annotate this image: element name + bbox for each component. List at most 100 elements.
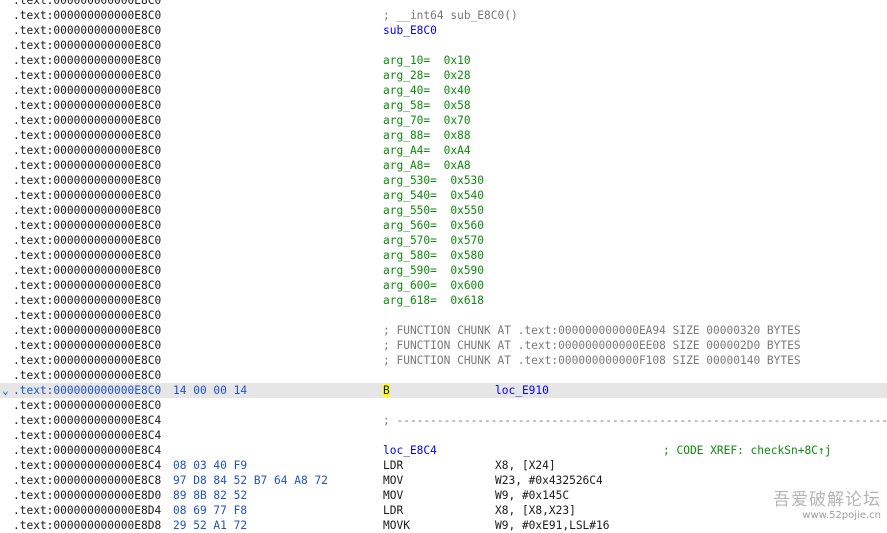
operand[interactable]: X8, [X8,X23] xyxy=(495,503,576,518)
line-address[interactable]: .text:000000000000E8C4 xyxy=(13,443,161,458)
operand[interactable]: W9, #0xE91,LSL#16 xyxy=(495,518,610,533)
stack-var: arg_40= 0x40 xyxy=(383,84,471,97)
line-address[interactable]: .text:000000000000E8C0 xyxy=(13,293,161,308)
listing-line[interactable]: .text:000000000000E8C8 97 D8 84 52 B7 64 … xyxy=(0,473,887,488)
mnemonic[interactable]: LDR xyxy=(383,504,403,517)
listing-line[interactable]: .text:000000000000E8C0 ; __int64 sub_E8C0… xyxy=(0,8,887,23)
comment-text: ; FUNCTION CHUNK AT .text:000000000000EA… xyxy=(383,324,801,337)
opcode-bytes: 97 D8 84 52 B7 64 A8 72 xyxy=(173,474,328,487)
line-address[interactable]: .text:000000000000E8C0 xyxy=(13,8,161,23)
listing-line[interactable]: .text:000000000000E8C0 arg_88= 0x88 xyxy=(0,128,887,143)
listing-line[interactable]: .text:000000000000E8C0 xyxy=(0,398,887,413)
listing-line[interactable]: .text:000000000000E8C0 arg_560= 0x560 xyxy=(0,218,887,233)
listing-line[interactable]: .text:000000000000E8C0 ; FUNCTION CHUNK A… xyxy=(0,323,887,338)
line-address[interactable]: .text:000000000000E8C0 xyxy=(13,233,161,248)
line-address[interactable]: .text:000000000000E8C0 xyxy=(13,0,161,8)
line-address[interactable]: .text:000000000000E8C8 xyxy=(13,473,161,488)
stack-var: arg_A8= 0xA8 xyxy=(383,159,471,172)
listing-line[interactable]: .text:000000000000E8C0 arg_618= 0x618 xyxy=(0,293,887,308)
line-address[interactable]: .text:000000000000E8C0 xyxy=(13,383,161,398)
line-address[interactable]: .text:000000000000E8C0 xyxy=(13,203,161,218)
line-address[interactable]: .text:000000000000E8C0 xyxy=(13,368,161,383)
line-address[interactable]: .text:000000000000E8C0 xyxy=(13,38,161,53)
listing-line[interactable]: .text:000000000000E8C0 xyxy=(0,308,887,323)
listing-line[interactable]: .text:000000000000E8C0 arg_540= 0x540 xyxy=(0,188,887,203)
line-address[interactable]: .text:000000000000E8C0 xyxy=(13,248,161,263)
listing-line[interactable]: .text:000000000000E8C4 ; ----------------… xyxy=(0,413,887,428)
current-line[interactable]: ⌄ .text:000000000000E8C0 14 00 00 14 Bloc_E… xyxy=(0,383,887,398)
operand[interactable]: W23, #0x432526C4 xyxy=(495,473,603,488)
listing-line[interactable]: .text:000000000000E8C0 arg_600= 0x600 xyxy=(0,278,887,293)
line-address[interactable]: .text:000000000000E8C0 xyxy=(13,398,161,413)
listing-line[interactable]: .text:000000000000E8D0 89 8B 82 52 MOV W9, … xyxy=(0,488,887,503)
operand[interactable]: W9, #0x145C xyxy=(495,488,569,503)
line-address[interactable]: .text:000000000000E8C0 xyxy=(13,83,161,98)
operand[interactable]: X8, [X24] xyxy=(495,458,556,473)
opcode-bytes: 08 03 40 F9 xyxy=(173,459,248,472)
line-address[interactable]: .text:000000000000E8C0 xyxy=(13,23,161,38)
mnemonic[interactable]: MOV xyxy=(383,474,403,487)
listing-line[interactable]: .text:000000000000E8C0 arg_570= 0x570 xyxy=(0,233,887,248)
line-address[interactable]: .text:000000000000E8C0 xyxy=(13,158,161,173)
line-address[interactable]: .text:000000000000E8C0 xyxy=(13,263,161,278)
stack-var: arg_70= 0x70 xyxy=(383,114,471,127)
mnemonic[interactable]: LDR xyxy=(383,459,403,472)
listing-line[interactable]: .text:000000000000E8C0 arg_590= 0x590 xyxy=(0,263,887,278)
line-address[interactable]: .text:000000000000E8C0 xyxy=(13,218,161,233)
line-address[interactable]: .text:000000000000E8C0 xyxy=(13,338,161,353)
mnemonic[interactable]: MOVK xyxy=(383,519,410,532)
listing-line[interactable]: .text:000000000000E8C0 arg_A4= 0xA4 xyxy=(0,143,887,158)
mnemonic[interactable]: MOV xyxy=(383,489,403,502)
line-address[interactable]: .text:000000000000E8C0 xyxy=(13,308,161,323)
listing-line[interactable]: .text:000000000000E8C0 arg_A8= 0xA8 xyxy=(0,158,887,173)
listing-line[interactable]: .text:000000000000E8C0 arg_580= 0x580 xyxy=(0,248,887,263)
code-label[interactable]: sub_E8C0 xyxy=(383,23,437,38)
line-address[interactable]: .text:000000000000E8C0 xyxy=(13,278,161,293)
listing-line[interactable]: .text:000000000000E8C0 arg_10= 0x10 xyxy=(0,53,887,68)
listing-line[interactable]: .text:000000000000E8D4 08 69 77 F8 LDR X8, … xyxy=(0,503,887,518)
line-address[interactable]: .text:000000000000E8C0 xyxy=(13,98,161,113)
line-address[interactable]: .text:000000000000E8C0 xyxy=(13,128,161,143)
line-address[interactable]: .text:000000000000E8C0 xyxy=(13,53,161,68)
line-address[interactable]: .text:000000000000E8C0 xyxy=(13,113,161,128)
listing-line[interactable]: .text:000000000000E8C0 arg_530= 0x530 xyxy=(0,173,887,188)
line-address[interactable]: .text:000000000000E8C0 xyxy=(13,143,161,158)
listing-line[interactable]: .text:000000000000E8C0 xyxy=(0,0,887,8)
opcode-bytes: 89 8B 82 52 xyxy=(173,489,248,502)
stack-var: arg_540= 0x540 xyxy=(383,189,485,202)
listing-line[interactable]: .text:000000000000E8C0 xyxy=(0,38,887,53)
listing-line[interactable]: .text:000000000000E8C0 arg_70= 0x70 xyxy=(0,113,887,128)
line-address[interactable]: .text:000000000000E8C4 xyxy=(13,428,161,443)
line-address[interactable]: .text:000000000000E8D0 xyxy=(13,488,161,503)
line-address[interactable]: .text:000000000000E8D8 xyxy=(13,518,161,533)
listing-line[interactable]: .text:000000000000E8C0 ; FUNCTION CHUNK A… xyxy=(0,338,887,353)
line-address[interactable]: .text:000000000000E8C4 xyxy=(13,458,161,473)
listing-line[interactable]: .text:000000000000E8C4 loc_E8C4 ; CODE XRE… xyxy=(0,443,887,458)
code-label[interactable]: loc_E8C4 xyxy=(383,443,437,458)
line-address[interactable]: .text:000000000000E8C4 xyxy=(13,413,161,428)
operand[interactable]: loc_E910 xyxy=(495,383,549,398)
line-address[interactable]: .text:000000000000E8C0 xyxy=(13,68,161,83)
listing-line[interactable]: .text:000000000000E8C4 08 03 40 F9 LDR X8, … xyxy=(0,458,887,473)
line-address[interactable]: .text:000000000000E8D4 xyxy=(13,503,161,518)
line-address[interactable]: .text:000000000000E8C0 xyxy=(13,323,161,338)
listing-line[interactable]: .text:000000000000E8C0 arg_28= 0x28 xyxy=(0,68,887,83)
line-address[interactable]: .text:000000000000E8C0 xyxy=(13,173,161,188)
disassembly-listing[interactable]: .text:000000000000E8C0 .text:000000000000… xyxy=(0,0,887,533)
line-address[interactable]: .text:000000000000E8C0 xyxy=(13,353,161,368)
stack-var: arg_570= 0x570 xyxy=(383,234,485,247)
listing-line[interactable]: .text:000000000000E8C0 arg_58= 0x58 xyxy=(0,98,887,113)
listing-line[interactable]: .text:000000000000E8C4 xyxy=(0,428,887,443)
listing-line[interactable]: .text:000000000000E8D8 29 52 A1 72 MOVK W9,… xyxy=(0,518,887,533)
stack-var: arg_580= 0x580 xyxy=(383,249,485,262)
listing-line[interactable]: .text:000000000000E8C0 arg_40= 0x40 xyxy=(0,83,887,98)
xref-comment[interactable]: ; CODE XREF: checkSn+8C↑j xyxy=(663,443,831,458)
line-address[interactable]: .text:000000000000E8C0 xyxy=(13,188,161,203)
listing-line[interactable]: .text:000000000000E8C0 arg_550= 0x550 xyxy=(0,203,887,218)
stack-var: arg_28= 0x28 xyxy=(383,69,471,82)
listing-line[interactable]: .text:000000000000E8C0 xyxy=(0,368,887,383)
listing-line[interactable]: .text:000000000000E8C0 ; FUNCTION CHUNK A… xyxy=(0,353,887,368)
mnemonic[interactable]: B xyxy=(383,384,390,397)
listing-line[interactable]: .text:000000000000E8C0 sub_E8C0 xyxy=(0,23,887,38)
opcode-bytes: 29 52 A1 72 xyxy=(173,519,248,532)
